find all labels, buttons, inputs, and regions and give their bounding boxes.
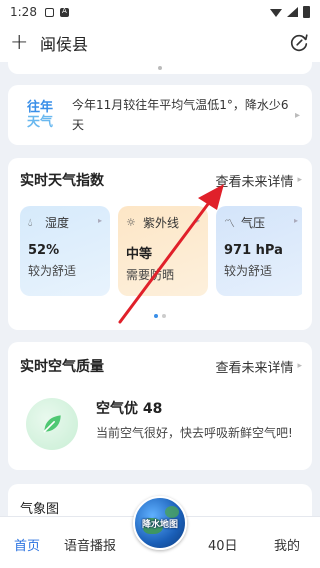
humidity-tile[interactable]: 💧︎ 湿度 ▸ 52% 较为舒适 <box>20 206 110 296</box>
weather-index-more-link[interactable]: 查看未来详情 <box>215 171 293 190</box>
tab-voice-broadcast[interactable]: 语音播报 <box>64 535 116 554</box>
chevron-right-icon: ▸ <box>97 216 102 225</box>
air-quality-more-link[interactable]: 查看未来详情 <box>215 357 293 376</box>
city-name[interactable]: 闽侯县 <box>40 31 88 55</box>
uv-label: 紫外线 <box>143 216 180 230</box>
history-weather-card[interactable]: 往年 天气 今年11月较往年平均气温低1°，降水少6天 ▸ <box>8 85 312 145</box>
pressure-icon: 〽 <box>224 216 235 230</box>
status-right <box>270 6 310 18</box>
air-quality-body[interactable]: 空气优 48 当前空气很好，快去呼吸新鲜空气吧! <box>20 398 302 450</box>
weather-index-title: 实时天气指数 <box>20 173 104 189</box>
history-weather-text: 今年11月较往年平均气温低1°，降水少6天 <box>72 98 289 132</box>
chevron-right-icon: ▸ <box>294 109 300 121</box>
air-quality-title: 实时空气质量 <box>20 359 104 375</box>
signal-icon <box>287 7 298 17</box>
tab-mine[interactable]: 我的 <box>274 535 300 554</box>
chevron-right-icon: ▸ <box>297 175 302 185</box>
humidity-label: 湿度 <box>45 216 70 230</box>
sun-icon: ☼ <box>126 216 136 229</box>
pager-dot-active <box>154 314 158 318</box>
status-bar: 1:28 A <box>0 0 320 24</box>
uv-tile[interactable]: ☼ 紫外线 ▸ 中等 需要防晒 <box>118 206 208 296</box>
uv-desc: 需要防晒 <box>126 268 175 282</box>
history-logo-line2: 天气 <box>26 115 53 130</box>
tiles-pager <box>8 314 312 318</box>
uv-value: 中等 <box>126 247 153 262</box>
chevron-right-icon: ▸ <box>195 216 200 225</box>
pressure-label: 气压 <box>241 216 266 230</box>
notification-badge-icon: A <box>59 7 69 17</box>
history-weather-logo: 往年 天气 <box>20 100 60 130</box>
air-quality-header: 实时空气质量 查看未来详情 ▸ <box>20 356 302 376</box>
tab-40-days[interactable]: 40日 <box>208 535 238 554</box>
pressure-desc: 较为舒适 <box>224 264 273 278</box>
status-time: 1:28 <box>10 5 37 19</box>
pressure-tile[interactable]: 〽 气压 ▸ 971 hPa 较为舒适 <box>216 206 302 296</box>
air-quality-desc: 当前空气很好，快去呼吸新鲜空气吧! <box>96 426 293 440</box>
humidity-desc: 较为舒适 <box>28 264 77 278</box>
water-drop-icon: 💧︎ <box>28 215 33 229</box>
leaf-icon <box>26 398 78 450</box>
precipitation-map-button[interactable]: 降水地图 <box>133 496 187 550</box>
weather-index-tiles: 💧︎ 湿度 ▸ 52% 较为舒适 ☼ 紫外线 ▸ 中等 需要防晒 〽 气压 ▸ … <box>20 206 302 296</box>
add-city-icon[interactable]: + <box>10 32 34 54</box>
weather-index-header: 实时天气指数 查看未来详情 ▸ <box>20 170 302 190</box>
air-quality-card: 实时空气质量 查看未来详情 ▸ 空气优 48 当前空气很好，快去呼吸新鲜空气吧! <box>8 342 312 470</box>
history-logo-line1: 往年 <box>26 100 53 115</box>
wifi-icon <box>270 9 282 17</box>
tab-home[interactable]: 首页 <box>14 535 40 554</box>
pull-indicator <box>158 66 162 70</box>
precipitation-map-label: 降水地图 <box>141 519 178 530</box>
humidity-value: 52% <box>28 243 60 258</box>
pressure-value: 971 hPa <box>224 243 283 258</box>
chevron-right-icon: ▸ <box>297 361 302 371</box>
app-header: + 闽侯县 <box>0 24 320 62</box>
notification-icon <box>44 7 54 17</box>
chevron-right-icon: ▸ <box>293 216 298 225</box>
battery-icon <box>303 6 310 18</box>
weather-index-card: 实时天气指数 查看未来详情 ▸ 💧︎ 湿度 ▸ 52% 较为舒适 ☼ 紫外线 ▸… <box>8 158 312 330</box>
refresh-icon[interactable] <box>288 32 310 54</box>
pager-dot <box>162 314 166 318</box>
air-quality-value: 空气优 48 <box>96 401 163 417</box>
collapsed-card-edge <box>8 62 312 74</box>
